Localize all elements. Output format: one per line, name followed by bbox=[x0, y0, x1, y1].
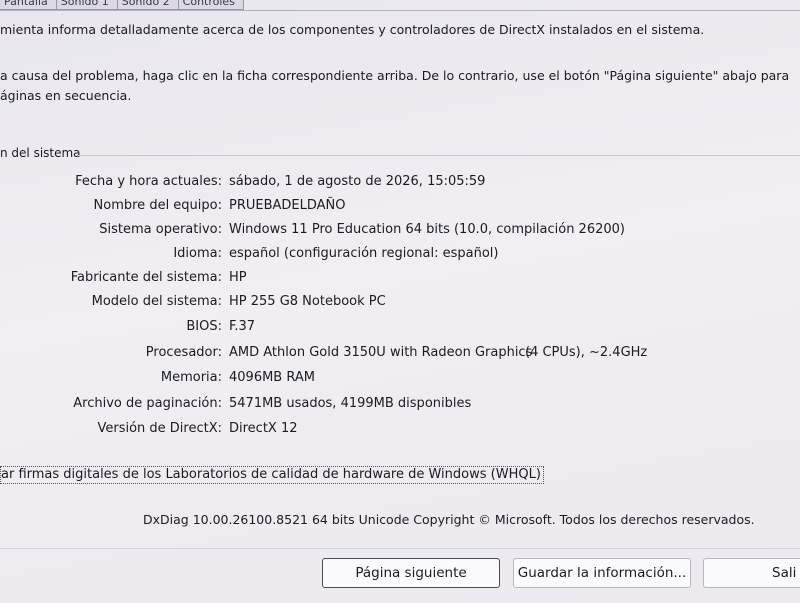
info-value: PRUEBADELDAÑO bbox=[229, 198, 346, 213]
info-label: Sistema operativo: bbox=[99, 222, 222, 237]
info-row-manufacturer: Fabricante del sistema: HP bbox=[0, 270, 800, 292]
help-text-line-2: áginas en secuencia. bbox=[0, 88, 132, 103]
info-label: Archivo de paginación: bbox=[73, 396, 222, 411]
button-bar-divider bbox=[0, 548, 800, 549]
info-row-directx: Versión de DirectX: DirectX 12 bbox=[0, 421, 800, 443]
info-value: 4096MB RAM bbox=[229, 370, 315, 385]
info-label: Procesador: bbox=[145, 345, 222, 360]
info-label: Nombre del equipo: bbox=[93, 198, 222, 213]
info-value: español (configuración regional: español… bbox=[229, 246, 499, 261]
info-value: Windows 11 Pro Education 64 bits (10.0, … bbox=[229, 222, 625, 237]
tab-strip-divider bbox=[0, 10, 800, 11]
tab-display[interactable]: Pantalla bbox=[0, 0, 57, 10]
info-value-extra: (4 CPUs), ~2.4GHz bbox=[525, 345, 648, 360]
section-divider bbox=[78, 155, 800, 156]
info-row-memory: Memoria: 4096MB RAM bbox=[0, 370, 800, 392]
tab-sound-1[interactable]: Sonido 1 bbox=[56, 0, 118, 10]
info-value: sábado, 1 de agosto de 2026, 15:05:59 bbox=[229, 174, 486, 189]
info-row-computer-name: Nombre del equipo: PRUEBADELDAÑO bbox=[0, 198, 800, 220]
info-label: Modelo del sistema: bbox=[91, 294, 222, 309]
intro-text: mienta informa detalladamente acerca de … bbox=[0, 22, 705, 37]
info-label: Idioma: bbox=[173, 246, 222, 261]
exit-button[interactable]: Sali bbox=[703, 558, 800, 588]
next-page-button[interactable]: Página siguiente bbox=[322, 558, 500, 588]
info-label: Fabricante del sistema: bbox=[70, 270, 222, 285]
info-value: F.37 bbox=[229, 319, 256, 334]
info-value: HP bbox=[229, 270, 247, 285]
info-row-language: Idioma: español (configuración regional:… bbox=[0, 246, 800, 268]
info-row-os: Sistema operativo: Windows 11 Pro Educat… bbox=[0, 222, 800, 244]
info-row-model: Modelo del sistema: HP 255 G8 Notebook P… bbox=[0, 294, 800, 316]
info-value: 5471MB usados, 4199MB disponibles bbox=[229, 396, 472, 411]
info-label: BIOS: bbox=[186, 319, 222, 334]
info-row-pagefile: Archivo de paginación: 5471MB usados, 41… bbox=[0, 396, 800, 418]
info-value: DirectX 12 bbox=[229, 421, 298, 436]
info-row-bios: BIOS: F.37 bbox=[0, 319, 800, 341]
version-copyright: DxDiag 10.00.26100.8521 64 bits Unicode … bbox=[143, 512, 755, 527]
info-label: Memoria: bbox=[160, 370, 222, 385]
info-label: Fecha y hora actuales: bbox=[75, 174, 222, 189]
section-title: n del sistema bbox=[0, 146, 81, 160]
info-label: Versión de DirectX: bbox=[97, 421, 222, 436]
info-value: AMD Athlon Gold 3150U with Radeon Graphi… bbox=[229, 345, 533, 360]
tab-strip: Pantalla Sonido 1 Sonido 2 Controles bbox=[0, 0, 244, 10]
info-row-processor: Procesador: AMD Athlon Gold 3150U with R… bbox=[0, 345, 800, 367]
info-value: HP 255 G8 Notebook PC bbox=[229, 294, 386, 309]
tab-sound-2[interactable]: Sonido 2 bbox=[117, 0, 179, 10]
save-info-button[interactable]: Guardar la información... bbox=[513, 558, 691, 588]
help-text-line-1: a causa del problema, haga clic en la fi… bbox=[0, 68, 790, 83]
info-row-datetime: Fecha y hora actuales: sábado, 1 de agos… bbox=[0, 174, 800, 196]
tab-input[interactable]: Controles bbox=[178, 0, 244, 10]
whql-checkbox[interactable]: ar firmas digitales de los Laboratorios … bbox=[0, 466, 544, 484]
